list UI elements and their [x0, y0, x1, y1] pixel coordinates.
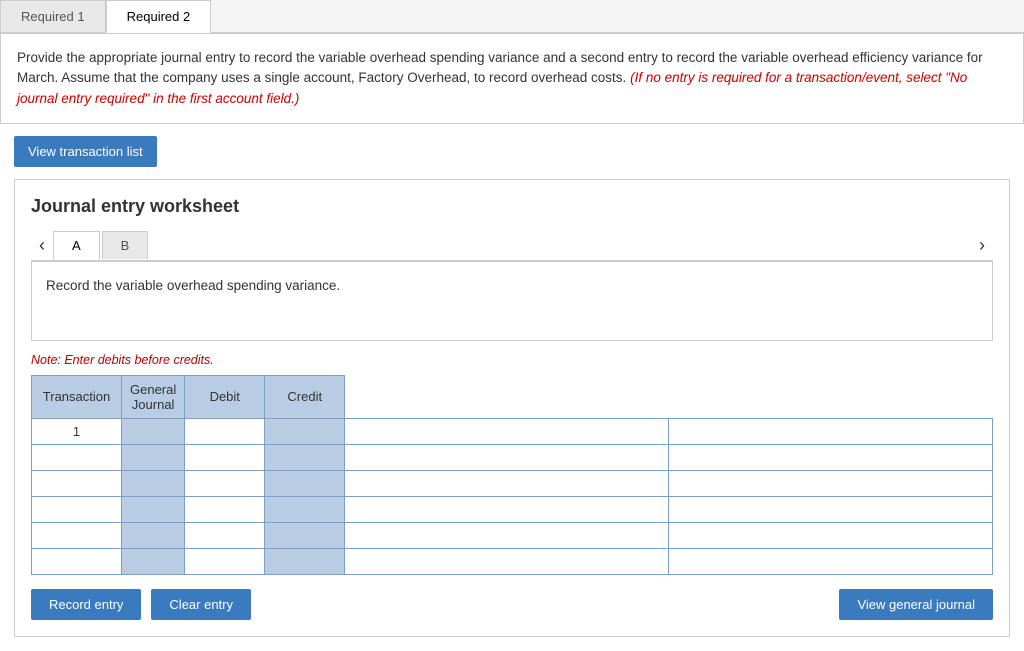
row-arrow-right-4: [265, 522, 345, 548]
next-tab-button[interactable]: ›: [971, 231, 993, 260]
clear-entry-button[interactable]: Clear entry: [151, 589, 251, 620]
row-arrow-right-2: [265, 470, 345, 496]
table-row-credit-4[interactable]: [669, 522, 993, 548]
debit-input-1[interactable]: [345, 445, 668, 470]
table-row-credit-1[interactable]: [669, 444, 993, 470]
row-arrow-left-4: [122, 522, 185, 548]
credit-input-1[interactable]: [669, 445, 992, 470]
general-journal-input-3[interactable]: [185, 497, 264, 522]
table-row-general-journal-3[interactable]: [185, 496, 265, 522]
worksheet-tabs: ‹ A B ›: [31, 231, 993, 261]
row-arrow-right-1: [265, 444, 345, 470]
table-row-transaction-5: [32, 548, 122, 574]
credit-input-2[interactable]: [669, 471, 992, 496]
table-row-credit-5[interactable]: [669, 548, 993, 574]
table-row-general-journal-4[interactable]: [185, 522, 265, 548]
credit-input-0[interactable]: [669, 419, 992, 444]
col-header-credit: Credit: [265, 375, 345, 418]
table-row-credit-3[interactable]: [669, 496, 993, 522]
worksheet-container: Journal entry worksheet ‹ A B › Record t…: [14, 179, 1010, 637]
table-row-transaction-4: [32, 522, 122, 548]
col-header-general-journal: General Journal: [122, 375, 185, 418]
row-arrow-left-1: [122, 444, 185, 470]
credit-input-3[interactable]: [669, 497, 992, 522]
table-row-debit-0[interactable]: [345, 418, 669, 444]
debit-input-5[interactable]: [345, 549, 668, 574]
table-row-debit-1[interactable]: [345, 444, 669, 470]
general-journal-input-0[interactable]: [185, 419, 264, 444]
info-box: Provide the appropriate journal entry to…: [0, 33, 1024, 124]
general-journal-input-1[interactable]: [185, 445, 264, 470]
debit-input-3[interactable]: [345, 497, 668, 522]
table-row-debit-3[interactable]: [345, 496, 669, 522]
table-row-transaction-1: [32, 444, 122, 470]
debit-input-4[interactable]: [345, 523, 668, 548]
tab-required-2[interactable]: Required 2: [106, 0, 212, 33]
debit-input-2[interactable]: [345, 471, 668, 496]
col-header-transaction: Transaction: [32, 375, 122, 418]
row-arrow-right-5: [265, 548, 345, 574]
row-arrow-left-2: [122, 470, 185, 496]
debit-input-0[interactable]: [345, 419, 668, 444]
view-general-journal-button[interactable]: View general journal: [839, 589, 993, 620]
table-row-transaction-2: [32, 470, 122, 496]
general-journal-input-5[interactable]: [185, 549, 264, 574]
row-arrow-right-0: [265, 418, 345, 444]
table-row-credit-0[interactable]: [669, 418, 993, 444]
general-journal-input-2[interactable]: [185, 471, 264, 496]
worksheet-tab-a[interactable]: A: [53, 231, 100, 260]
prev-tab-button[interactable]: ‹: [31, 231, 53, 260]
tab-required-1[interactable]: Required 1: [0, 0, 106, 32]
table-row-general-journal-2[interactable]: [185, 470, 265, 496]
bottom-buttons: Record entry Clear entry View general jo…: [31, 589, 993, 620]
table-row-transaction-0: 1: [32, 418, 122, 444]
top-tabs: Required 1 Required 2: [0, 0, 1024, 33]
row-arrow-left-0: [122, 418, 185, 444]
view-transaction-list-button[interactable]: View transaction list: [14, 136, 157, 167]
row-arrow-left-3: [122, 496, 185, 522]
table-row-general-journal-5[interactable]: [185, 548, 265, 574]
table-row-transaction-3: [32, 496, 122, 522]
table-row-debit-5[interactable]: [345, 548, 669, 574]
credit-input-4[interactable]: [669, 523, 992, 548]
table-row-credit-2[interactable]: [669, 470, 993, 496]
table-row-general-journal-0[interactable]: [185, 418, 265, 444]
row-arrow-left-5: [122, 548, 185, 574]
record-entry-button[interactable]: Record entry: [31, 589, 141, 620]
worksheet-tab-b[interactable]: B: [102, 231, 149, 259]
note-text: Note: Enter debits before credits.: [31, 353, 993, 367]
row-arrow-right-3: [265, 496, 345, 522]
table-row-debit-2[interactable]: [345, 470, 669, 496]
description-text: Record the variable overhead spending va…: [46, 278, 340, 293]
table-row-debit-4[interactable]: [345, 522, 669, 548]
credit-input-5[interactable]: [669, 549, 992, 574]
description-box: Record the variable overhead spending va…: [31, 261, 993, 341]
worksheet-title: Journal entry worksheet: [31, 196, 993, 217]
general-journal-input-4[interactable]: [185, 523, 264, 548]
col-header-debit: Debit: [185, 375, 265, 418]
journal-table: Transaction General Journal Debit Credit…: [31, 375, 993, 575]
table-row-general-journal-1[interactable]: [185, 444, 265, 470]
